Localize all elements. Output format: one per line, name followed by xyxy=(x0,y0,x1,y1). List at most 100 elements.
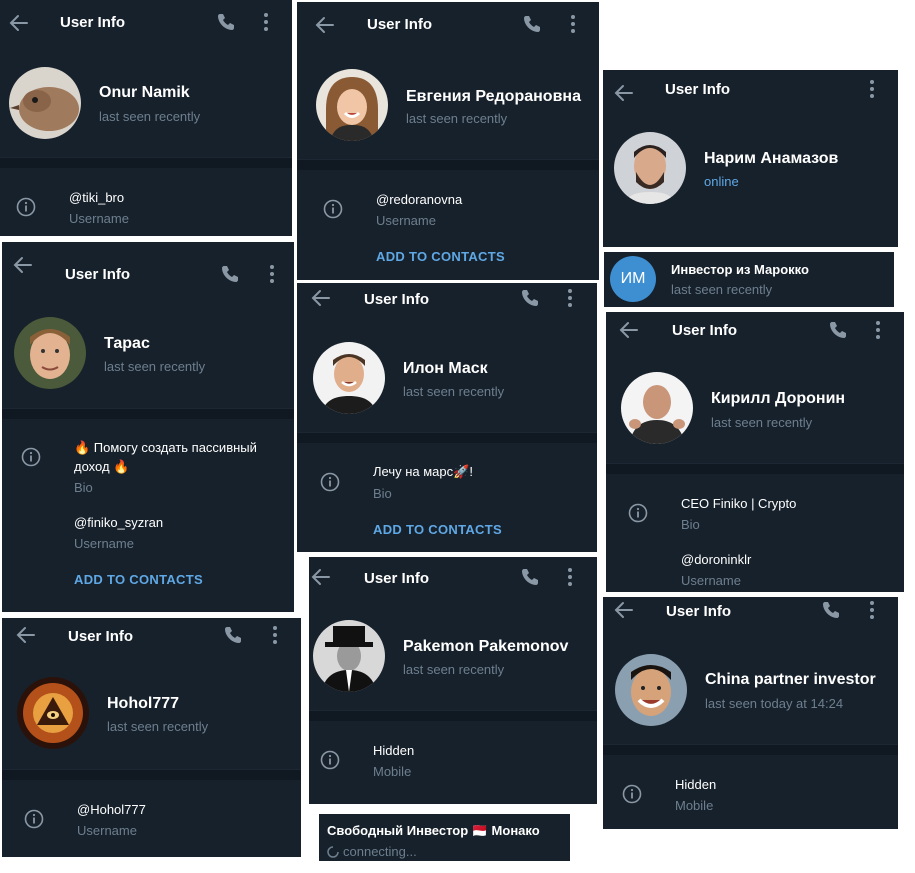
back-arrow-icon[interactable] xyxy=(314,14,336,36)
avatar[interactable] xyxy=(316,69,388,141)
info-icon xyxy=(320,750,340,770)
separator xyxy=(606,463,904,474)
chat-header-investor-morocco[interactable]: ИМ Инвестор из Марокко last seen recentl… xyxy=(604,252,894,307)
back-arrow-icon[interactable] xyxy=(618,319,640,341)
back-arrow-icon[interactable] xyxy=(310,566,332,588)
username-value[interactable]: @tiki_bro xyxy=(69,188,124,207)
more-vertical-icon[interactable] xyxy=(869,79,875,99)
header-title: User Info xyxy=(60,14,126,31)
avatar[interactable] xyxy=(9,67,81,139)
user-status: last seen recently xyxy=(104,359,206,374)
separator xyxy=(603,744,898,755)
info-icon xyxy=(21,447,41,467)
user-status: last seen recently xyxy=(403,384,505,399)
mobile-label: Mobile xyxy=(373,764,412,779)
user-name: China partner investor xyxy=(705,671,876,688)
username-value[interactable]: @redoranovna xyxy=(376,190,462,209)
user-status: last seen recently xyxy=(403,662,505,677)
phone-icon[interactable] xyxy=(828,320,848,340)
back-arrow-icon[interactable] xyxy=(613,599,635,621)
info-icon xyxy=(628,503,648,523)
info-icon xyxy=(16,197,36,217)
username-label: Username xyxy=(74,536,134,551)
avatar[interactable] xyxy=(621,372,693,444)
username-value[interactable]: @finiko_syzran xyxy=(74,513,163,532)
user-name: Тарас xyxy=(104,335,150,352)
chat-header-monaco[interactable]: Свободный Инвестор 🇲🇨 Монако connecting.… xyxy=(319,814,570,861)
phone-icon[interactable] xyxy=(522,14,542,34)
avatar[interactable] xyxy=(615,654,687,726)
user-name: Кирилл Доронин xyxy=(711,390,846,407)
back-arrow-icon[interactable] xyxy=(310,287,332,309)
bio-label: Bio xyxy=(373,486,392,501)
bio-label: Bio xyxy=(74,480,93,495)
spinner-icon xyxy=(327,846,339,858)
user-status: last seen today at 14:24 xyxy=(705,696,844,711)
bio-label: Bio xyxy=(681,517,700,532)
user-status: online xyxy=(704,174,739,189)
phone-icon[interactable] xyxy=(520,567,540,587)
more-vertical-icon[interactable] xyxy=(272,625,278,645)
phone-icon[interactable] xyxy=(821,600,841,620)
avatar-initials[interactable]: ИМ xyxy=(610,256,656,302)
info-icon xyxy=(622,784,642,804)
mobile-value: Hidden xyxy=(373,743,415,758)
avatar[interactable] xyxy=(17,677,89,749)
header-title: User Info xyxy=(364,570,430,587)
back-arrow-icon[interactable] xyxy=(15,624,37,646)
bio-value: Лечу на марс🚀! xyxy=(373,464,473,479)
phone-icon[interactable] xyxy=(520,288,540,308)
back-arrow-icon[interactable] xyxy=(12,254,34,276)
more-vertical-icon[interactable] xyxy=(567,567,573,587)
avatar[interactable] xyxy=(313,342,385,414)
avatar[interactable] xyxy=(14,317,86,389)
header-title: User Info xyxy=(665,81,731,98)
chat-title: Свободный Инвестор 🇲🇨 Монако xyxy=(327,823,540,838)
header-title: User Info xyxy=(666,603,732,620)
more-vertical-icon[interactable] xyxy=(869,600,875,620)
phone-icon[interactable] xyxy=(220,264,240,284)
username-label: Username xyxy=(376,213,436,228)
header: User Info xyxy=(603,597,898,643)
user-name: Евгения Редорановна xyxy=(406,88,581,105)
separator xyxy=(2,408,294,419)
add-to-contacts-button[interactable]: ADD TO CONTACTS xyxy=(373,522,502,537)
info-icon xyxy=(24,809,44,829)
connection-status: connecting... xyxy=(343,844,417,859)
user-info-card-onur: User Info Onur Namik last seen recently … xyxy=(0,0,292,236)
more-vertical-icon[interactable] xyxy=(567,288,573,308)
phone-icon[interactable] xyxy=(223,625,243,645)
back-arrow-icon[interactable] xyxy=(8,12,30,34)
more-vertical-icon[interactable] xyxy=(875,320,881,340)
header-title: User Info xyxy=(68,628,134,645)
more-vertical-icon[interactable] xyxy=(570,14,576,34)
avatar[interactable] xyxy=(614,132,686,204)
mobile-label: Mobile xyxy=(675,798,714,813)
user-info-card-evgenia: User Info Евгения Редорановна last seen … xyxy=(297,2,599,280)
header-title: User Info xyxy=(364,291,430,308)
more-vertical-icon[interactable] xyxy=(269,264,275,284)
user-info-card-hohol: User Info Hohol777 last seen recently @H… xyxy=(2,618,301,857)
separator xyxy=(0,157,292,168)
user-info-card-taras: User Info Тарас last seen recently 🔥 Пом… xyxy=(2,242,294,612)
username-value[interactable]: @Hohol777 xyxy=(77,800,146,819)
header: User Info xyxy=(297,2,599,48)
more-vertical-icon[interactable] xyxy=(263,12,269,32)
user-status: last seen recently xyxy=(711,415,813,430)
header: User Info xyxy=(0,0,292,46)
user-name: Инвестор из Марокко xyxy=(671,262,809,277)
phone-icon[interactable] xyxy=(216,12,236,32)
separator xyxy=(297,159,599,170)
header-title: User Info xyxy=(672,322,738,339)
user-name: Нарим Анамазов xyxy=(704,150,839,167)
add-to-contacts-button[interactable]: ADD TO CONTACTS xyxy=(74,572,203,587)
user-info-card-china: User Info China partner investor last se… xyxy=(603,597,898,829)
avatar[interactable] xyxy=(313,620,385,692)
username-value[interactable]: @doroninklr xyxy=(681,550,751,569)
user-info-card-narim: User Info Нарим Анамазов online xyxy=(603,70,898,247)
add-to-contacts-button[interactable]: ADD TO CONTACTS xyxy=(376,249,505,264)
user-name: Pakemon Pakemonov xyxy=(403,638,569,655)
user-info-card-pakemon: User Info Pakemon Pakemonov last seen re… xyxy=(309,557,597,804)
header-title: User Info xyxy=(367,16,433,33)
back-arrow-icon[interactable] xyxy=(613,82,635,104)
